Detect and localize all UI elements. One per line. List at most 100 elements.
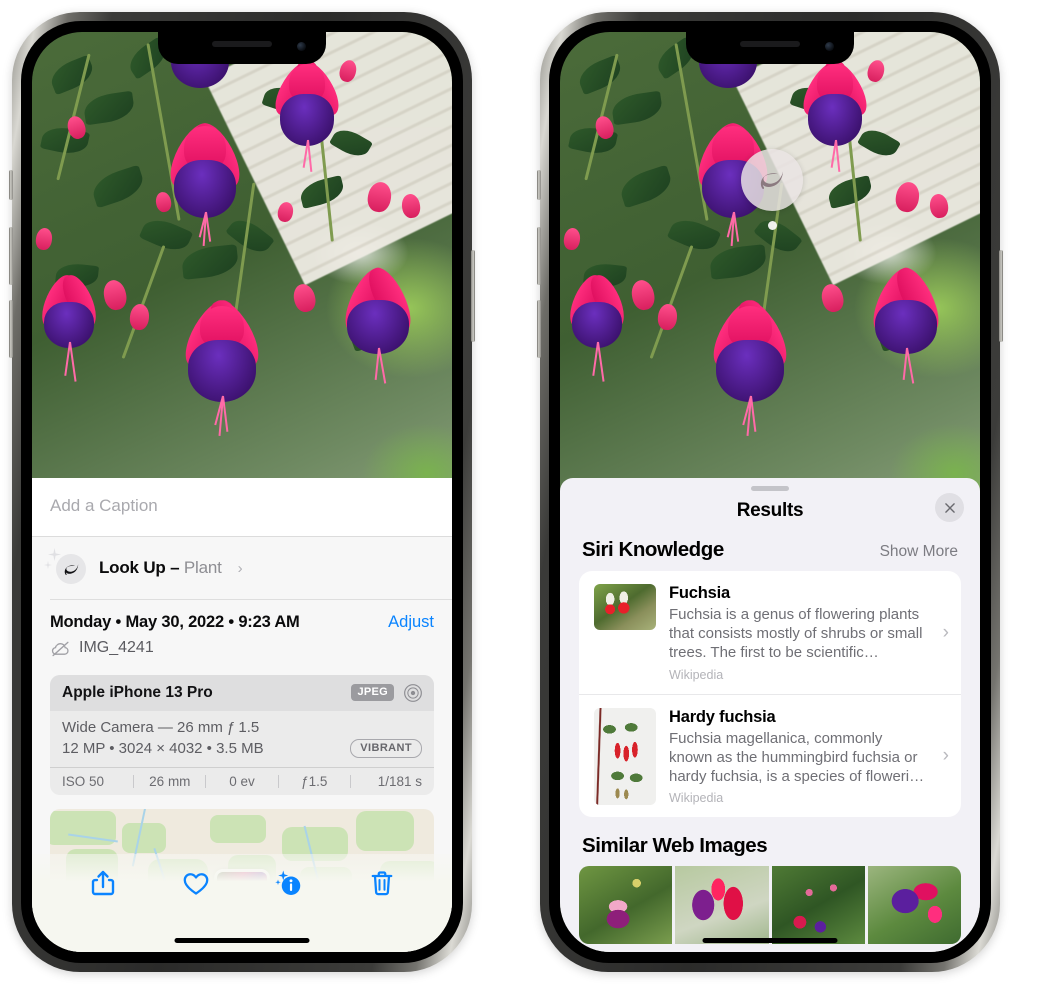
fuchsia-bloom bbox=[320, 262, 436, 384]
knowledge-title: Fuchsia bbox=[669, 584, 730, 602]
web-image-thumbnail[interactable] bbox=[579, 866, 673, 945]
mute-switch[interactable] bbox=[537, 170, 541, 200]
adjust-button[interactable]: Adjust bbox=[388, 613, 434, 632]
visual-lookup-badge[interactable] bbox=[741, 149, 803, 211]
look-up-label: Look Up – Plant bbox=[99, 558, 222, 578]
map-greenspace bbox=[122, 822, 166, 853]
fuchsia-bloom bbox=[848, 262, 964, 384]
exif-header-right: JPEG bbox=[351, 683, 423, 703]
similar-web-images-strip bbox=[560, 866, 980, 945]
knowledge-description: Fuchsia magellanica, commonly known as t… bbox=[669, 729, 925, 785]
knowledge-body: Hardy fuchsia Fuchsia magellanica, commo… bbox=[669, 708, 928, 806]
screen-right: Results Siri Knowledge Show More Fuchsia… bbox=[560, 32, 980, 952]
power-button[interactable] bbox=[999, 250, 1003, 342]
leaf-icon bbox=[64, 563, 78, 575]
phone-bezel-right: Results Siri Knowledge Show More Fuchsia… bbox=[549, 21, 991, 963]
exif-focal: 26 mm bbox=[149, 773, 191, 789]
knowledge-title: Hardy fuchsia bbox=[669, 707, 776, 726]
info-button[interactable] bbox=[242, 868, 335, 898]
notch-left bbox=[158, 32, 326, 64]
siri-knowledge-card: Fuchsia Fuchsia is a genus of flowering … bbox=[579, 571, 961, 818]
caption-row[interactable]: Add a Caption bbox=[32, 478, 452, 537]
look-up-row[interactable]: Look Up – Plant › bbox=[32, 537, 452, 599]
chevron-right-icon: › bbox=[237, 559, 243, 577]
knowledge-body: Fuchsia Fuchsia is a genus of flowering … bbox=[669, 584, 928, 682]
screenshot-canvas: Add a Caption Look Up – Plant › Monday •… bbox=[0, 0, 1055, 985]
exif-stats-row: ISO 50 26 mm 0 ev ƒ1.5 1/181 s bbox=[50, 766, 434, 795]
close-button[interactable] bbox=[935, 493, 964, 522]
fuchsia-bloom bbox=[162, 293, 282, 436]
photo-filename: IMG_4241 bbox=[79, 639, 154, 656]
heart-icon bbox=[183, 873, 208, 895]
filename-line: IMG_4241 bbox=[50, 638, 434, 659]
map-greenspace bbox=[210, 814, 266, 843]
home-indicator-right[interactable] bbox=[702, 938, 838, 943]
look-up-subject: Plant bbox=[183, 558, 222, 577]
fuchsia-bloom bbox=[32, 270, 114, 382]
knowledge-description: Fuchsia is a genus of flowering plants t… bbox=[669, 606, 923, 662]
volume-up-button[interactable] bbox=[9, 227, 13, 285]
list-item[interactable]: Fuchsia Fuchsia is a genus of flowering … bbox=[579, 571, 961, 694]
phone-right: Results Siri Knowledge Show More Fuchsia… bbox=[537, 12, 1003, 972]
exif-lens: Wide Camera — 26 mm ƒ 1.5 bbox=[62, 718, 260, 736]
fuchsia-bloom bbox=[690, 293, 810, 436]
knowledge-thumbnail bbox=[594, 707, 656, 805]
notch-right bbox=[686, 32, 854, 64]
list-item[interactable]: Hardy fuchsia Fuchsia magellanica, commo… bbox=[579, 693, 961, 818]
date-block: Monday • May 30, 2022 • 9:23 AM Adjust I… bbox=[32, 600, 452, 671]
mute-switch[interactable] bbox=[9, 170, 13, 200]
map-greenspace bbox=[356, 810, 414, 851]
trash-icon bbox=[371, 871, 392, 896]
icloud-slash-icon bbox=[51, 641, 69, 656]
exif-ev: 0 ev bbox=[229, 773, 255, 789]
siri-knowledge-header: Siri Knowledge Show More bbox=[560, 538, 980, 571]
info-sparkle-icon bbox=[274, 870, 300, 895]
photo-date: Monday • May 30, 2022 • 9:23 AM bbox=[50, 612, 300, 631]
exif-iso: ISO 50 bbox=[62, 773, 105, 789]
results-title: Results bbox=[736, 500, 804, 521]
web-image-thumbnail[interactable] bbox=[771, 866, 865, 945]
power-button[interactable] bbox=[471, 250, 475, 342]
date-line: Monday • May 30, 2022 • 9:23 AM Adjust bbox=[50, 613, 434, 632]
results-header: Results bbox=[560, 491, 980, 538]
exif-shutter: 1/181 s bbox=[377, 773, 423, 789]
web-image-thumbnail[interactable] bbox=[867, 866, 961, 945]
favorite-button[interactable] bbox=[149, 868, 242, 898]
sparkle-small-icon bbox=[44, 561, 52, 569]
similar-web-images-header: Similar Web Images bbox=[560, 817, 980, 866]
phone-bezel-left: Add a Caption Look Up – Plant › Monday •… bbox=[21, 21, 463, 963]
close-icon bbox=[944, 502, 955, 513]
format-badge: JPEG bbox=[351, 684, 394, 701]
share-button[interactable] bbox=[56, 868, 149, 898]
delete-button[interactable] bbox=[335, 868, 428, 898]
exif-card[interactable]: Apple iPhone 13 Pro JPEG Wide Camera — 2… bbox=[50, 674, 434, 795]
home-indicator-left[interactable] bbox=[174, 938, 310, 943]
earpiece-speaker bbox=[212, 41, 272, 47]
volume-down-button[interactable] bbox=[537, 300, 541, 358]
leaf-icon bbox=[760, 171, 784, 189]
photographic-style-badge: VIBRANT bbox=[350, 738, 422, 758]
knowledge-source: Wikipedia bbox=[669, 791, 724, 806]
volume-down-button[interactable] bbox=[9, 300, 13, 358]
front-camera bbox=[825, 42, 834, 51]
siri-knowledge-title: Siri Knowledge bbox=[582, 538, 724, 561]
caption-input[interactable]: Add a Caption bbox=[50, 496, 434, 516]
aperture-icon bbox=[404, 683, 422, 702]
phone-left: Add a Caption Look Up – Plant › Monday •… bbox=[9, 12, 475, 972]
knowledge-thumbnail bbox=[594, 584, 656, 630]
visual-lookup-anchor-dot bbox=[768, 221, 777, 230]
look-up-icon-wrap bbox=[44, 548, 86, 585]
chevron-right-icon: › bbox=[942, 745, 949, 767]
web-image-thumbnail[interactable] bbox=[675, 866, 769, 945]
exif-body: Wide Camera — 26 mm ƒ 1.5 12 MP • 3024 ×… bbox=[50, 711, 434, 767]
exif-size: 12 MP • 3024 × 4032 • 3.5 MB bbox=[62, 739, 264, 757]
volume-up-button[interactable] bbox=[537, 227, 541, 285]
exif-aperture: ƒ1.5 bbox=[301, 773, 328, 789]
chevron-right-icon: › bbox=[942, 621, 949, 643]
front-camera bbox=[297, 42, 306, 51]
visual-lookup-results-sheet: Results Siri Knowledge Show More Fuchsia… bbox=[560, 478, 980, 952]
similar-web-images-title: Similar Web Images bbox=[582, 834, 768, 858]
fuchsia-bloom bbox=[560, 270, 642, 382]
screen-left: Add a Caption Look Up – Plant › Monday •… bbox=[32, 32, 452, 952]
show-more-button[interactable]: Show More bbox=[880, 543, 958, 561]
